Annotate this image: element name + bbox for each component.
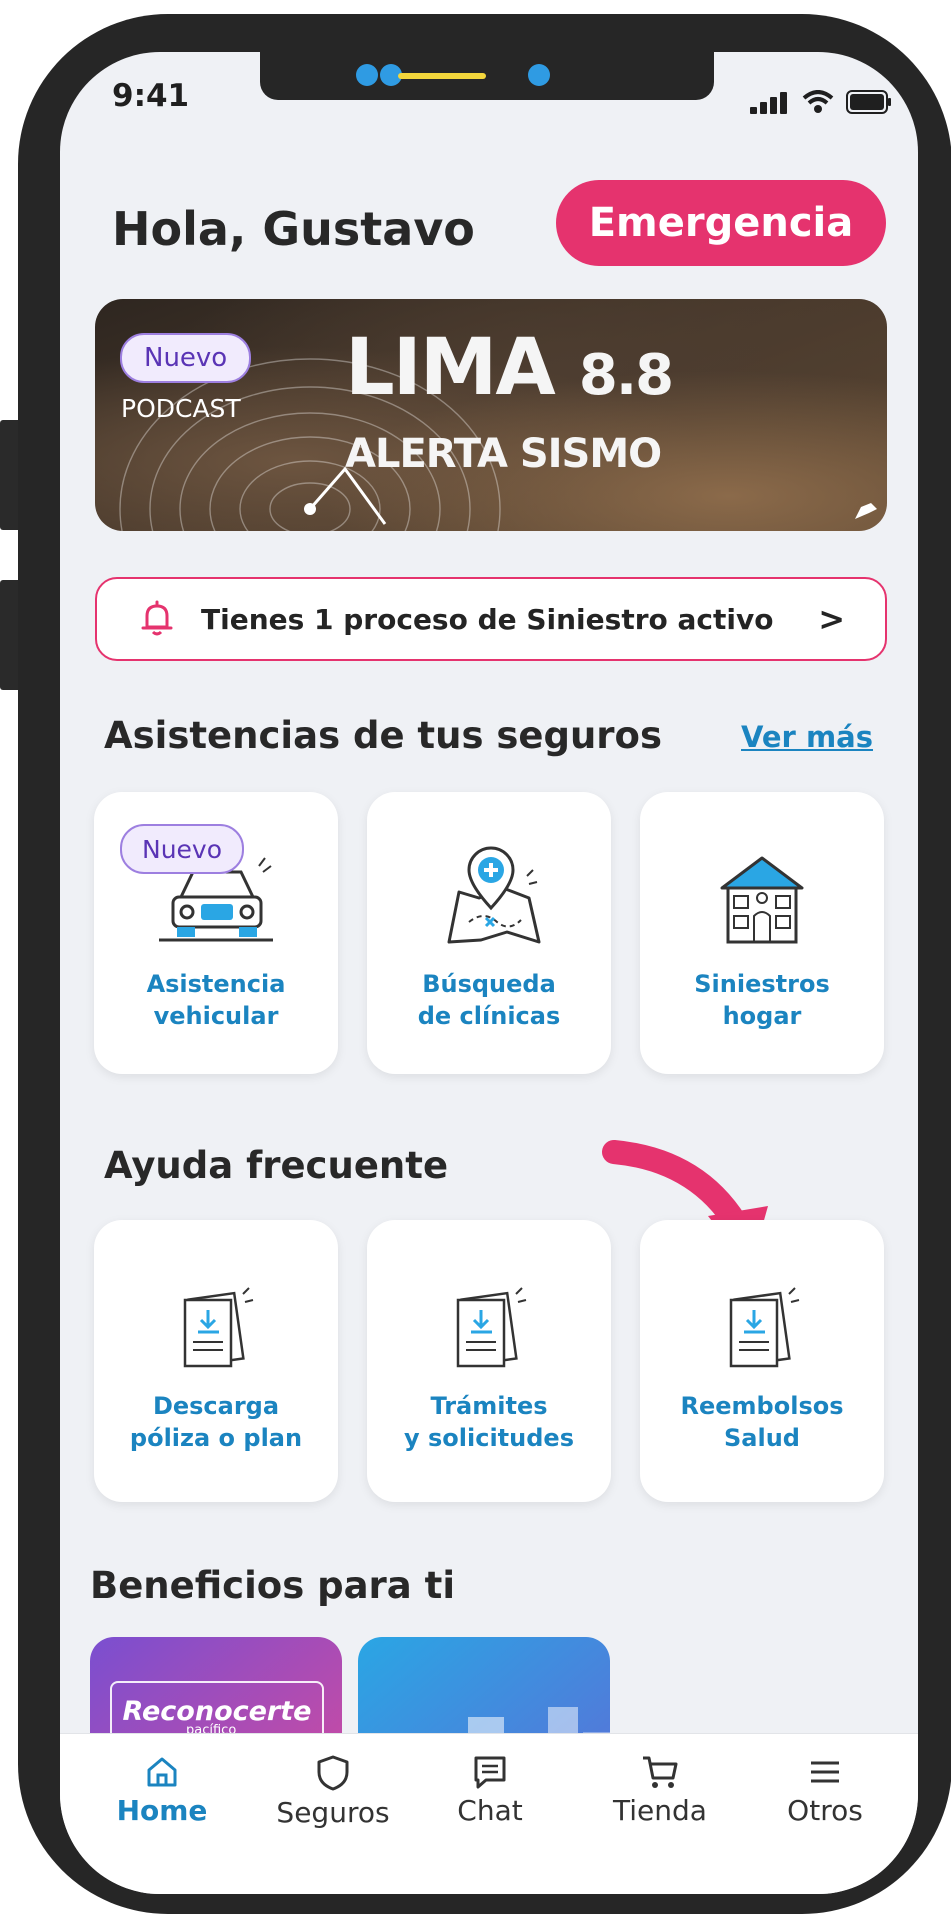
speaker-bar	[398, 73, 486, 79]
document-download-icon	[183, 1287, 254, 1368]
assistances-title: Asistencias de tus seguros	[104, 714, 662, 757]
cart-icon	[643, 1756, 678, 1788]
card-label: Descarga póliza o plan	[94, 1390, 338, 1455]
card-label-line1: Trámites	[430, 1392, 548, 1420]
tab-label: Home	[116, 1794, 208, 1827]
tab-home[interactable]: Home	[102, 1754, 222, 1827]
new-badge: Nuevo	[120, 824, 245, 874]
card-label-line1: Búsqueda	[422, 970, 556, 998]
document-download-icon	[729, 1287, 800, 1368]
greeting-title: Hola, Gustavo	[112, 202, 475, 256]
status-time: 9:41	[112, 78, 190, 114]
banner-title-number: 8.8	[578, 343, 674, 408]
card-label-line2: de clínicas	[417, 1002, 561, 1031]
card-health-reimbursement[interactable]: Reembolsos Salud	[640, 1220, 884, 1502]
see-more-link[interactable]: Ver más	[741, 720, 873, 754]
card-label-line1: Descarga	[152, 1392, 280, 1420]
shield-icon	[317, 1755, 349, 1791]
help-title: Ayuda frecuente	[104, 1144, 449, 1187]
banner-kicker: PODCAST	[121, 394, 241, 423]
bell-icon	[141, 600, 173, 636]
tab-label: Seguros	[276, 1796, 390, 1829]
document-download-icon	[456, 1287, 527, 1368]
active-claim-alert[interactable]: Tienes 1 proceso de Siniestro activo >	[95, 577, 887, 661]
card-label: Siniestros hogar	[640, 968, 884, 1033]
menu-icon	[811, 1761, 839, 1783]
card-clinic-search[interactable]: Búsqueda de clínicas	[367, 792, 611, 1074]
card-label: Asistencia vehicular	[94, 968, 338, 1033]
volume-down-button	[0, 580, 20, 690]
card-label-line2: hogar	[722, 1002, 802, 1031]
volume-up-button	[0, 420, 20, 530]
tab-otros[interactable]: Otros	[765, 1754, 885, 1827]
card-home-claims[interactable]: Siniestros hogar	[640, 792, 884, 1074]
tab-label: Tienda	[613, 1794, 707, 1827]
card-label: Búsqueda de clínicas	[367, 968, 611, 1033]
card-label-line2: vehicular	[153, 1002, 279, 1031]
podcast-banner[interactable]: Nuevo PODCAST LIMA 8.8 ALERTA SISMO	[95, 299, 887, 531]
banner-subtitle: ALERTA SISMO	[345, 431, 662, 477]
benefits-title: Beneficios para ti	[90, 1564, 456, 1607]
card-download-policy[interactable]: Descarga póliza o plan	[94, 1220, 338, 1502]
camera-dot	[356, 64, 378, 86]
bottom-tab-bar: Home Seguros Chat Tienda Otros	[60, 1733, 918, 1894]
card-label-line1: Siniestros	[694, 970, 830, 998]
signal-icon	[750, 92, 787, 114]
card-vehicle-assistance[interactable]: Nuevo Asistencia vehicular	[94, 792, 338, 1074]
notch	[260, 52, 714, 100]
banner-title-main: LIMA	[345, 323, 556, 413]
emergency-button[interactable]: Emergencia	[556, 180, 886, 266]
tab-tienda[interactable]: Tienda	[600, 1754, 720, 1827]
sensor-dot	[528, 64, 550, 86]
battery-icon	[846, 90, 891, 114]
banner-title: LIMA 8.8	[345, 329, 674, 408]
home-icon	[147, 1757, 177, 1787]
card-label-line2: póliza o plan	[129, 1424, 303, 1453]
alert-text: Tienes 1 proceso de Siniestro activo	[201, 602, 774, 636]
card-label: Reembolsos Salud	[640, 1390, 884, 1455]
house-icon	[720, 856, 804, 944]
card-label-line1: Reembolsos	[680, 1392, 844, 1420]
card-label-line1: Asistencia	[146, 970, 286, 998]
tab-label: Otros	[787, 1794, 863, 1827]
map-pin-icon	[447, 846, 541, 944]
card-label: Trámites y solicitudes	[367, 1390, 611, 1455]
wifi-icon	[802, 90, 834, 113]
chat-icon	[474, 1756, 506, 1789]
chevron-right-icon: >	[818, 600, 845, 638]
card-procedures[interactable]: Trámites y solicitudes	[367, 1220, 611, 1502]
new-badge: Nuevo	[120, 333, 252, 383]
card-label-line2: y solicitudes	[404, 1424, 574, 1453]
tab-seguros[interactable]: Seguros	[273, 1754, 393, 1829]
phone-screen: 9:41 Hola, Gustavo Emergencia Nuevo PODC…	[60, 52, 918, 1894]
status-icons	[750, 90, 892, 114]
tab-label: Chat	[457, 1794, 523, 1827]
tab-chat[interactable]: Chat	[430, 1754, 550, 1827]
card-label-line2: Salud	[724, 1424, 800, 1453]
